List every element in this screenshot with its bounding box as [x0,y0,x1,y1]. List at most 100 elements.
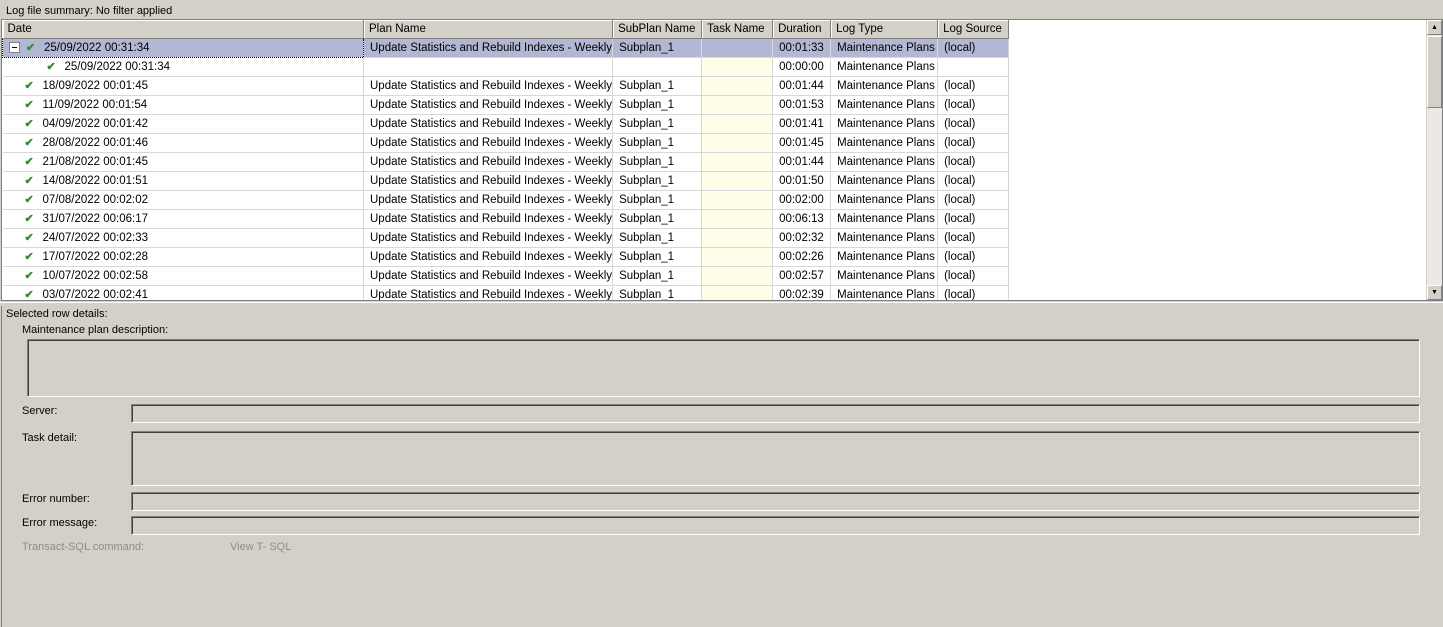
cell-log-type: Maintenance Plans [830,95,939,115]
cell-duration: 00:02:00 [772,190,832,210]
cell-plan-name [363,57,614,77]
check-icon: ✔ [24,213,34,225]
col-header-log-source[interactable]: Log Source [937,20,1010,39]
cell-task-name [701,171,774,191]
cell-plan-name: Update Statistics and Rebuild Indexes - … [363,133,614,153]
col-header-task-name[interactable]: Task Name [701,20,774,39]
cell-subplan-name: Subplan_1 [612,247,703,267]
col-header-date[interactable]: Date [2,20,364,39]
cell-log-type: Maintenance Plans [830,228,939,248]
cell-task-name [701,95,774,115]
cell-log-source: (local) [937,266,1010,286]
cell-task-name [701,114,774,134]
cell-duration: 00:02:26 [772,247,832,267]
cell-subplan-name: Subplan_1 [612,76,703,96]
table-row[interactable]: ✔ 25/09/2022 00:31:34 Update Statistics an… [2,37,1010,58]
log-grid[interactable]: Date Plan Name SubPlan Name Task Name Du… [1,19,1443,301]
cell-log-source: (local) [937,95,1010,115]
cell-plan-name: Update Statistics and Rebuild Indexes - … [363,228,614,248]
cell-subplan-name: Subplan_1 [612,228,703,248]
cell-date: ✔ 24/07/2022 00:02:33 [2,228,364,248]
date-text: 17/07/2022 00:02:28 [42,251,149,263]
cell-date: ✔ 25/09/2022 00:31:34 [2,57,364,77]
vertical-scrollbar[interactable]: ▲ ▼ [1426,20,1442,300]
table-row[interactable]: ✔ 03/07/2022 00:02:41 Update Statistics an… [2,285,1010,301]
cell-plan-name: Update Statistics and Rebuild Indexes - … [363,247,614,267]
error-message-field [131,516,1420,535]
cell-date: ✔ 14/08/2022 00:01:51 [2,171,364,191]
tree-collapse-icon[interactable] [9,42,20,53]
table-row[interactable]: ✔ 24/07/2022 00:02:33 Update Statistics an… [2,228,1010,248]
cell-task-name [701,228,774,248]
check-icon: ✔ [24,289,34,301]
cell-log-type: Maintenance Plans [830,114,939,134]
cell-plan-name: Update Statistics and Rebuild Indexes - … [363,190,614,210]
check-icon: ✔ [24,194,34,206]
table-row[interactable]: ✔ 28/08/2022 00:01:46 Update Statistics an… [2,133,1010,153]
date-text: 25/09/2022 00:31:34 [64,61,171,73]
date-text: 10/07/2022 00:02:58 [42,270,149,282]
table-row[interactable]: ✔ 17/07/2022 00:02:28 Update Statistics an… [2,247,1010,267]
cell-date: ✔ 07/08/2022 00:02:02 [2,190,364,210]
cell-subplan-name: Subplan_1 [612,190,703,210]
table-row[interactable]: ✔ 25/09/2022 00:31:34 00:00:00 Maintenance … [2,57,1010,77]
cell-task-name [701,133,774,153]
error-number-label: Error number: [22,493,90,505]
cell-plan-name: Update Statistics and Rebuild Indexes - … [363,285,614,300]
cell-date: ✔ 18/09/2022 00:01:45 [2,76,364,96]
cell-log-source: (local) [937,152,1010,172]
cell-task-name [701,152,774,172]
table-row[interactable]: ✔ 10/07/2022 00:02:58 Update Statistics an… [2,266,1010,286]
cell-duration: 00:02:39 [772,285,832,300]
view-tsql-link[interactable]: View T- SQL [230,541,291,554]
cell-plan-name: Update Statistics and Rebuild Indexes - … [363,209,614,229]
cell-log-type: Maintenance Plans [830,38,939,58]
scroll-down-icon[interactable]: ▼ [1427,285,1442,300]
server-label: Server: [22,405,58,417]
col-header-log-type[interactable]: Log Type [830,20,939,39]
table-row[interactable]: ✔ 14/08/2022 00:01:51 Update Statistics an… [2,171,1010,191]
table-row[interactable]: ✔ 31/07/2022 00:06:17 Update Statistics an… [2,209,1010,229]
table-row[interactable]: ✔ 11/09/2022 00:01:54 Update Statistics an… [2,95,1010,115]
table-row[interactable]: ✔ 21/08/2022 00:01:45 Update Statistics an… [2,152,1010,172]
check-icon: ✔ [24,80,34,92]
cell-plan-name: Update Statistics and Rebuild Indexes - … [363,152,614,172]
cell-subplan-name [612,57,703,77]
cell-task-name [701,209,774,229]
cell-date: ✔ 11/09/2022 00:01:54 [2,95,364,115]
scroll-up-icon[interactable]: ▲ [1427,20,1442,35]
tsql-command-label: Transact-SQL command: [22,541,145,553]
cell-task-name [701,76,774,96]
col-header-plan-name[interactable]: Plan Name [363,20,614,39]
date-text: 14/08/2022 00:01:51 [42,175,149,187]
log-table: Date Plan Name SubPlan Name Task Name Du… [2,20,1010,301]
table-row[interactable]: ✔ 04/09/2022 00:01:42 Update Statistics an… [2,114,1010,134]
cell-log-type: Maintenance Plans [830,171,939,191]
cell-duration: 00:01:41 [772,114,832,134]
cell-subplan-name: Subplan_1 [612,95,703,115]
check-icon: ✔ [46,61,56,73]
cell-duration: 00:00:00 [772,57,832,77]
cell-log-source: (local) [937,247,1010,267]
scroll-thumb[interactable] [1427,36,1442,108]
table-row[interactable]: ✔ 18/09/2022 00:01:45 Update Statistics an… [2,76,1010,96]
cell-log-source: (local) [937,76,1010,96]
selected-row-details: Selected row details: Maintenance plan d… [1,306,1443,627]
cell-log-type: Maintenance Plans [830,152,939,172]
cell-duration: 00:01:53 [772,95,832,115]
cell-duration: 00:01:50 [772,171,832,191]
col-header-subplan-name[interactable]: SubPlan Name [612,20,703,39]
check-icon: ✔ [24,270,34,282]
cell-subplan-name: Subplan_1 [612,133,703,153]
cell-log-type: Maintenance Plans [830,266,939,286]
cell-log-type: Maintenance Plans [830,247,939,267]
grid-header-row: Date Plan Name SubPlan Name Task Name Du… [2,20,1010,39]
table-row[interactable]: ✔ 07/08/2022 00:02:02 Update Statistics an… [2,190,1010,210]
col-header-duration[interactable]: Duration [772,20,832,39]
cell-log-source: (local) [937,209,1010,229]
check-icon: ✔ [24,137,34,149]
cell-log-type: Maintenance Plans [830,57,939,77]
cell-task-name [701,247,774,267]
cell-plan-name: Update Statistics and Rebuild Indexes - … [363,114,614,134]
date-text: 18/09/2022 00:01:45 [42,80,149,92]
